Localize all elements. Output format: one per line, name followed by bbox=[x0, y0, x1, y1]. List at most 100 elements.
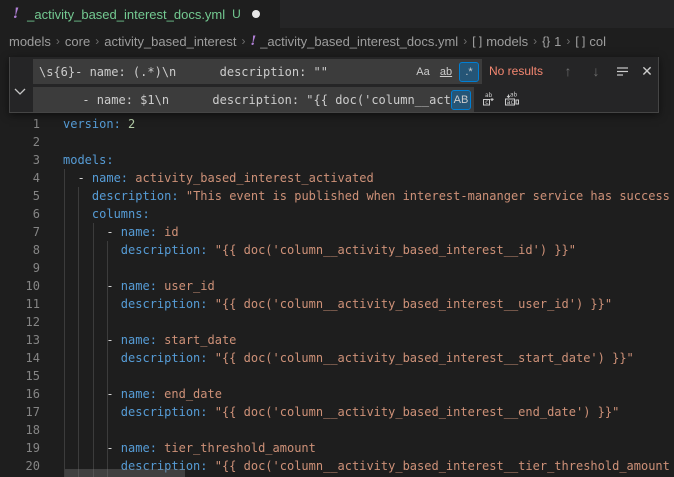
replace-input[interactable]: - name: $1\n description: "{{ doc('colum… bbox=[33, 87, 474, 112]
code-token bbox=[208, 459, 215, 473]
code-line[interactable] bbox=[63, 421, 674, 439]
replace-all-button[interactable]: ab ac bbox=[502, 89, 522, 109]
find-input[interactable]: \s{6}- name: (.*)\n description: "" Aa a… bbox=[33, 59, 482, 84]
code-line[interactable] bbox=[63, 259, 674, 277]
breadcrumb-item-core[interactable]: core bbox=[65, 34, 90, 49]
preserve-case-toggle[interactable]: AB bbox=[451, 90, 471, 110]
horizontal-scrollbar[interactable] bbox=[65, 469, 185, 477]
breadcrumb-item-_activity_based_interest_docs.yml[interactable]: !_activity_based_interest_docs.yml bbox=[250, 34, 458, 49]
line-number[interactable]: 2 bbox=[0, 133, 40, 151]
line-number[interactable]: 6 bbox=[0, 205, 40, 223]
code-token: id bbox=[164, 225, 178, 239]
code-token: name: bbox=[121, 441, 157, 455]
code-token: - bbox=[63, 171, 92, 185]
line-number[interactable]: 4 bbox=[0, 169, 40, 187]
code-line[interactable]: description: "{{ doc('column__activity_b… bbox=[63, 295, 674, 313]
code-line[interactable]: description: "{{ doc('column__activity_b… bbox=[63, 403, 674, 421]
tab-filename: _activity_based_interest_docs.yml bbox=[27, 7, 225, 22]
regex-toggle[interactable]: .* bbox=[459, 62, 479, 82]
code-line[interactable]: description: "{{ doc('column__activity_b… bbox=[63, 241, 674, 259]
code-token: "{{ doc('column__activity_based_interest… bbox=[215, 297, 612, 311]
code-line[interactable] bbox=[63, 133, 674, 151]
breadcrumb-label: activity_based_interest bbox=[104, 34, 236, 49]
code-token bbox=[63, 189, 92, 203]
code-line[interactable]: - name: tier_threshold_amount bbox=[63, 439, 674, 457]
code-token bbox=[63, 405, 121, 419]
code-token: "{{ doc('column__activity_based_interest… bbox=[215, 351, 634, 365]
line-number[interactable]: 12 bbox=[0, 313, 40, 331]
line-number[interactable]: 7 bbox=[0, 223, 40, 241]
line-number[interactable]: 3 bbox=[0, 151, 40, 169]
previous-match-button[interactable]: ↑ bbox=[558, 61, 578, 81]
breadcrumb-separator-icon: › bbox=[463, 34, 467, 48]
code-token bbox=[63, 243, 121, 257]
breadcrumb-separator-icon: › bbox=[566, 34, 570, 48]
breadcrumb-label: col bbox=[589, 34, 606, 49]
line-number[interactable]: 5 bbox=[0, 187, 40, 205]
code-line[interactable]: columns: bbox=[63, 205, 674, 223]
find-in-selection-button[interactable] bbox=[612, 61, 632, 81]
code-line[interactable]: - name: activity_based_interest_activate… bbox=[63, 169, 674, 187]
line-number[interactable]: 17 bbox=[0, 403, 40, 421]
line-number[interactable]: 10 bbox=[0, 277, 40, 295]
breadcrumb-item-1[interactable]: {}1 bbox=[542, 34, 561, 49]
code-line[interactable]: models: bbox=[63, 151, 674, 169]
line-number[interactable]: 9 bbox=[0, 259, 40, 277]
replace-button[interactable]: ab c bbox=[479, 89, 499, 109]
code-line[interactable]: description: "This event is published wh… bbox=[63, 187, 674, 205]
code-line[interactable]: description: "{{ doc('column__activity_b… bbox=[63, 349, 674, 367]
tab-bar: ! _activity_based_interest_docs.yml U bbox=[0, 0, 674, 28]
code-token bbox=[63, 297, 121, 311]
line-number[interactable]: 1 bbox=[0, 115, 40, 133]
git-status-badge: U bbox=[232, 7, 241, 21]
code-token: "This event is published when interest-m… bbox=[186, 189, 670, 203]
whole-word-toggle[interactable]: ab bbox=[436, 62, 456, 82]
code-token: description: bbox=[121, 243, 208, 257]
code-line[interactable] bbox=[63, 367, 674, 385]
code-editor[interactable]: 1234567891011121314151617181920 version:… bbox=[0, 54, 674, 477]
array-symbol-icon: [ ] bbox=[472, 34, 482, 48]
match-case-toggle[interactable]: Aa bbox=[413, 62, 433, 82]
line-number[interactable]: 16 bbox=[0, 385, 40, 403]
code-line[interactable]: - name: start_date bbox=[63, 331, 674, 349]
toggle-replace-chevron-icon[interactable] bbox=[12, 83, 28, 99]
editor-tab[interactable]: ! _activity_based_interest_docs.yml U bbox=[0, 0, 280, 28]
array-symbol-icon: [ ] bbox=[575, 34, 585, 48]
breadcrumb-item-models[interactable]: [ ]models bbox=[472, 34, 528, 49]
code-token: description: bbox=[92, 189, 179, 203]
code-line[interactable]: - name: user_id bbox=[63, 277, 674, 295]
code-token: description: bbox=[121, 297, 208, 311]
line-number[interactable]: 15 bbox=[0, 367, 40, 385]
close-find-widget-button[interactable]: ✕ bbox=[637, 61, 657, 81]
code-line[interactable]: - name: id bbox=[63, 223, 674, 241]
line-number[interactable]: 19 bbox=[0, 439, 40, 457]
code-token: "{{ doc('column__activity_based_interest… bbox=[215, 459, 670, 473]
code-token: tier_threshold_amount bbox=[164, 441, 316, 455]
code-token: description: bbox=[121, 351, 208, 365]
line-number[interactable]: 13 bbox=[0, 331, 40, 349]
line-number[interactable]: 8 bbox=[0, 241, 40, 259]
breadcrumb-separator-icon: › bbox=[95, 34, 99, 48]
breadcrumb-item-col[interactable]: [ ] col bbox=[575, 34, 606, 49]
code-token bbox=[208, 243, 215, 257]
line-number[interactable]: 11 bbox=[0, 295, 40, 313]
line-number[interactable]: 20 bbox=[0, 457, 40, 475]
code-token: - bbox=[63, 279, 121, 293]
object-symbol-icon: {} bbox=[542, 34, 550, 48]
yaml-file-icon: ! bbox=[13, 6, 19, 22]
code-token: "{{ doc('column__activity_based_interest… bbox=[215, 243, 576, 257]
code-line[interactable] bbox=[63, 313, 674, 331]
breadcrumb-item-activity_based_interest[interactable]: activity_based_interest bbox=[104, 34, 236, 49]
next-match-button[interactable]: ↓ bbox=[586, 61, 606, 81]
svg-text:c: c bbox=[485, 99, 489, 106]
line-number[interactable]: 14 bbox=[0, 349, 40, 367]
line-number[interactable]: 18 bbox=[0, 421, 40, 439]
code-line[interactable]: - name: end_date bbox=[63, 385, 674, 403]
code-line[interactable]: version: 2 bbox=[63, 115, 674, 133]
code-token: 2 bbox=[128, 117, 135, 131]
breadcrumb-label: core bbox=[65, 34, 90, 49]
vscode-window: ! _activity_based_interest_docs.yml U mo… bbox=[0, 0, 674, 477]
code-token: - bbox=[63, 225, 121, 239]
breadcrumb-item-models[interactable]: models bbox=[9, 34, 51, 49]
modified-indicator-dot[interactable] bbox=[252, 10, 260, 18]
